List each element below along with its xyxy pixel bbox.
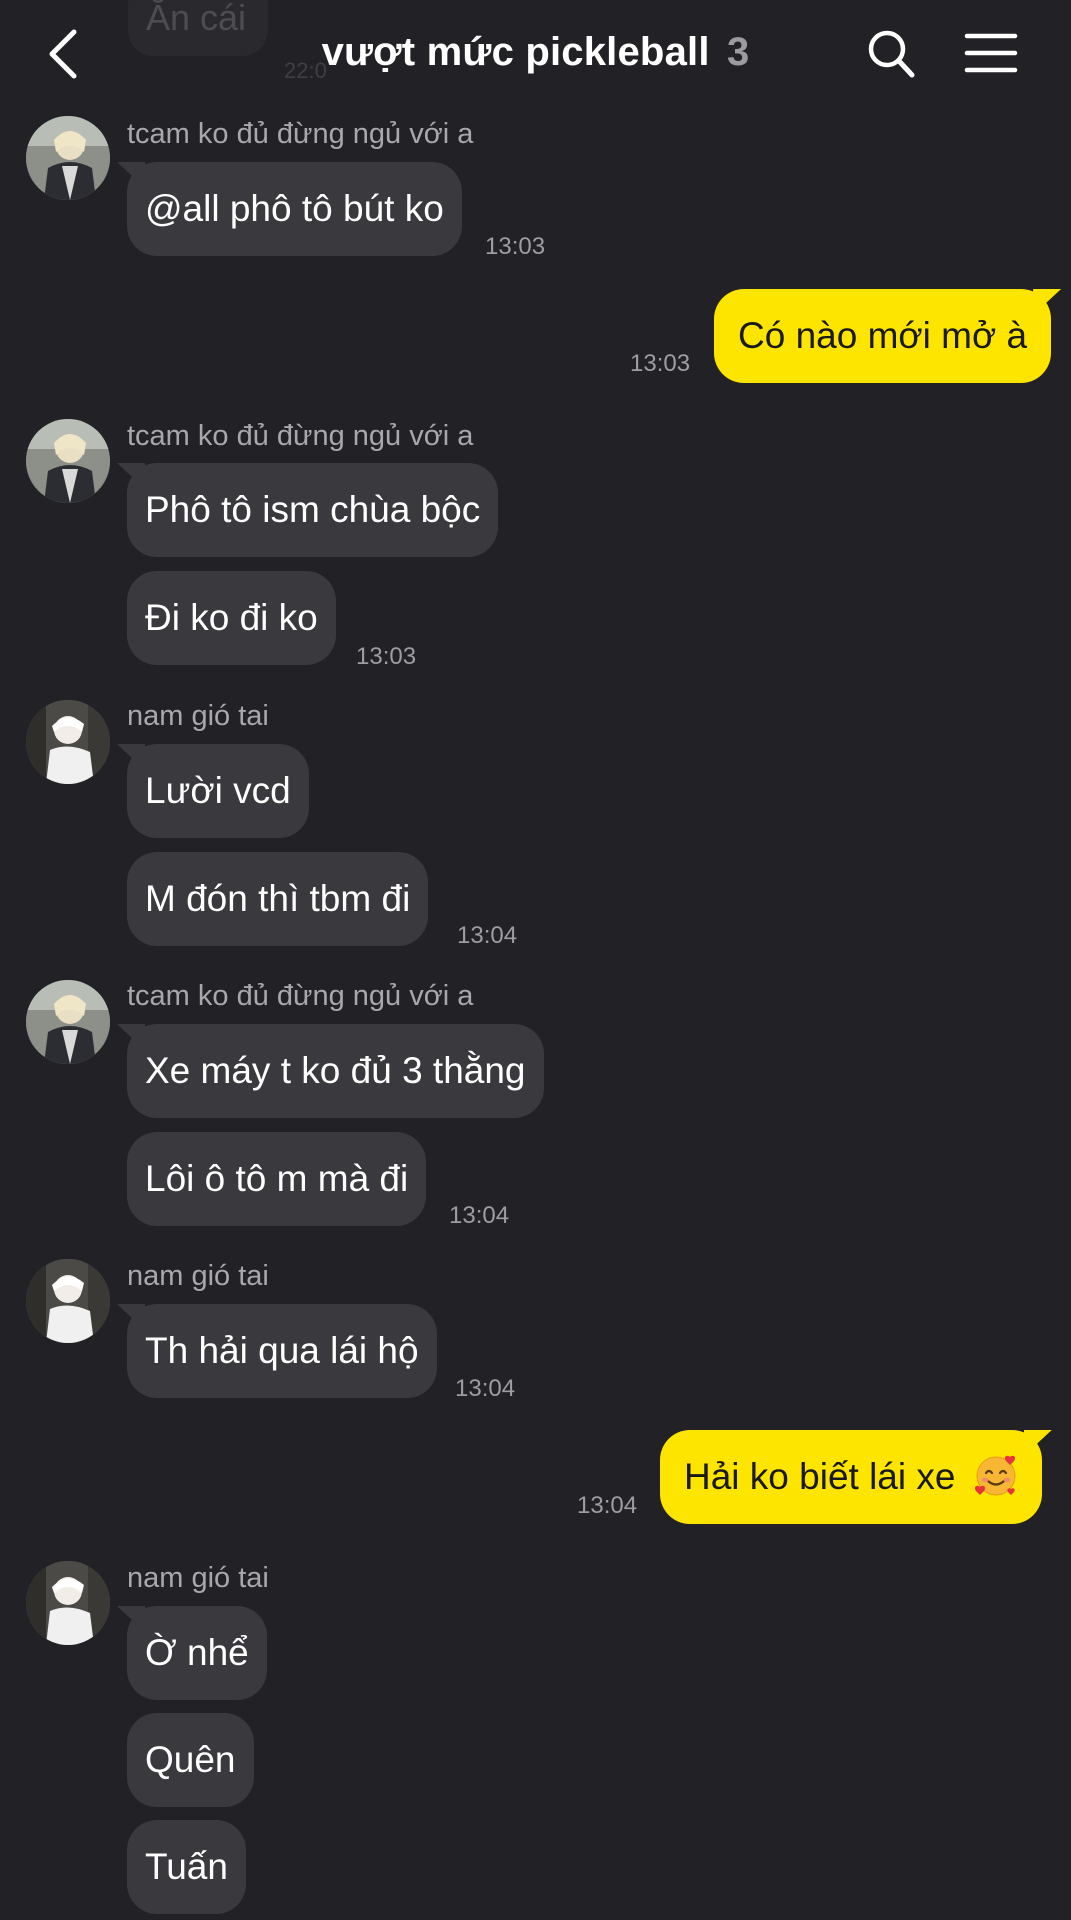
message-time: 13:04 xyxy=(449,1202,510,1229)
hamburger-menu-icon xyxy=(964,33,1018,73)
chat-header: Ăn cái 22:0 vượt mức pickleball 3 xyxy=(0,0,1071,110)
message-bubble[interactable]: Đi ko đi ko xyxy=(127,571,336,665)
message-time: 13:04 xyxy=(577,1492,638,1519)
sender-name: nam gió tai xyxy=(127,1260,269,1292)
sender-name: nam gió tai xyxy=(127,700,269,732)
message-bubble[interactable]: @all phô tô bút ko xyxy=(127,162,462,256)
sender-name: tcam ko đủ đừng ngủ với a xyxy=(127,118,474,150)
avatar[interactable] xyxy=(26,700,110,784)
message-bubble[interactable]: M đón thì tbm đi xyxy=(127,852,429,946)
avatar[interactable] xyxy=(26,1561,110,1645)
avatar[interactable] xyxy=(26,1259,110,1343)
my-message-bubble[interactable]: Có nào mới mở à xyxy=(714,289,1052,383)
avatar[interactable] xyxy=(26,116,110,200)
message-bubble[interactable]: Ờ nhể xyxy=(127,1606,267,1700)
message-bubble[interactable]: Tuấn xyxy=(127,1820,246,1914)
sender-name: tcam ko đủ đừng ngủ với a xyxy=(127,980,474,1012)
message-time: 13:04 xyxy=(457,922,518,949)
message-time: 13:03 xyxy=(485,233,546,260)
message-bubble[interactable]: Phô tô ism chùa bộc xyxy=(127,463,499,557)
message-time: 13:03 xyxy=(630,350,691,377)
avatar[interactable] xyxy=(26,980,110,1064)
my-message-text: Hải ko biết lái xe xyxy=(684,1456,956,1497)
avatar[interactable] xyxy=(26,419,110,503)
message-bubble[interactable]: Xe máy t ko đủ 3 thằng xyxy=(127,1024,544,1118)
message-time: 13:04 xyxy=(455,1375,516,1402)
message-bubble[interactable]: Th hải qua lái hộ xyxy=(127,1304,437,1398)
message-bubble[interactable]: Lười vcd xyxy=(127,744,309,838)
search-button[interactable] xyxy=(866,28,916,80)
member-count: 3 xyxy=(726,30,750,74)
my-message-bubble[interactable]: Hải ko biết lái xe xyxy=(660,1430,1042,1524)
message-time: 13:03 xyxy=(356,643,417,670)
chat-title-text: vượt mức pickleball xyxy=(321,30,710,74)
message-bubble[interactable]: Quên xyxy=(127,1713,254,1807)
message-bubble[interactable]: Lôi ô tô m mà đi xyxy=(127,1132,427,1226)
sender-name: tcam ko đủ đừng ngủ với a xyxy=(127,420,474,452)
search-icon xyxy=(868,30,915,78)
smiling-face-with-hearts-emoji xyxy=(974,1456,1016,1496)
menu-button[interactable] xyxy=(964,32,1018,74)
sender-name: nam gió tai xyxy=(127,1562,269,1594)
